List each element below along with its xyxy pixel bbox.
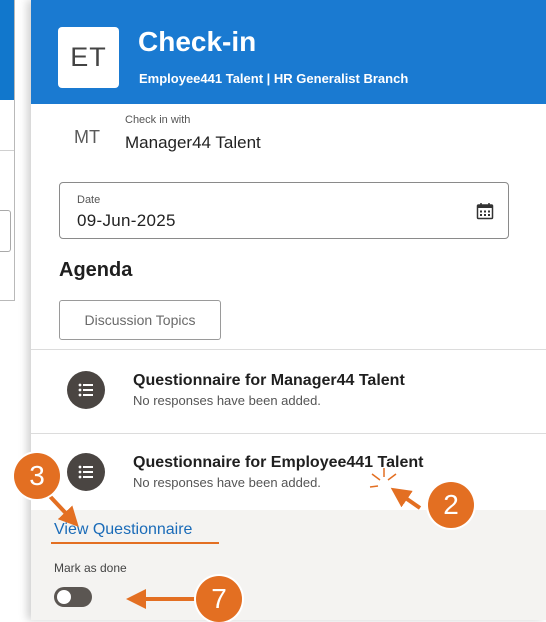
questionnaire-status: No responses have been added. — [133, 475, 321, 490]
questionnaire-status: No responses have been added. — [133, 393, 321, 408]
date-label: Date — [77, 194, 101, 206]
check-in-with-section: MT Check in with Manager44 Talent — [31, 104, 546, 164]
employee-subtitle: Employee441 Talent | HR Generalist Branc… — [139, 71, 409, 86]
callout-badge-2: 2 — [428, 482, 474, 528]
toggle-knob — [57, 590, 71, 604]
questionnaire-list-icon — [67, 371, 105, 409]
divider — [31, 349, 546, 350]
mark-as-done-toggle[interactable] — [54, 587, 92, 607]
check-in-with-caption: Check in with — [125, 114, 191, 126]
questionnaire-manager-item[interactable]: Questionnaire for Manager44 Talent No re… — [31, 355, 546, 433]
background-page-panel — [0, 0, 15, 301]
divider — [31, 433, 546, 434]
callout-badge-7: 7 — [196, 576, 242, 622]
date-field[interactable]: Date 09-Jun-2025 — [59, 182, 509, 239]
questionnaire-title: Questionnaire for Employee441 Talent — [133, 454, 424, 471]
background-divider — [0, 150, 14, 151]
page-title: Check-in — [138, 26, 257, 57]
questionnaire-list-icon — [67, 453, 105, 491]
employee-avatar: ET — [58, 27, 119, 88]
view-questionnaire-link[interactable]: View Questionnaire — [54, 521, 192, 539]
highlight-underline — [51, 542, 219, 544]
callout-badge-3: 3 — [14, 453, 60, 499]
calendar-icon[interactable] — [476, 202, 494, 220]
manager-avatar: MT — [60, 114, 114, 160]
background-control-edge — [0, 210, 11, 252]
drawer-header: ET Check-in Employee441 Talent | HR Gene… — [31, 0, 546, 104]
manager-name: Manager44 Talent — [125, 133, 261, 152]
questionnaire-title: Questionnaire for Manager44 Talent — [133, 372, 405, 389]
discussion-topics-button[interactable]: Discussion Topics — [59, 300, 221, 340]
mark-as-done-label: Mark as done — [54, 561, 127, 575]
agenda-heading: Agenda — [59, 259, 133, 281]
background-header-strip — [0, 0, 14, 100]
date-value: 09-Jun-2025 — [77, 211, 176, 230]
